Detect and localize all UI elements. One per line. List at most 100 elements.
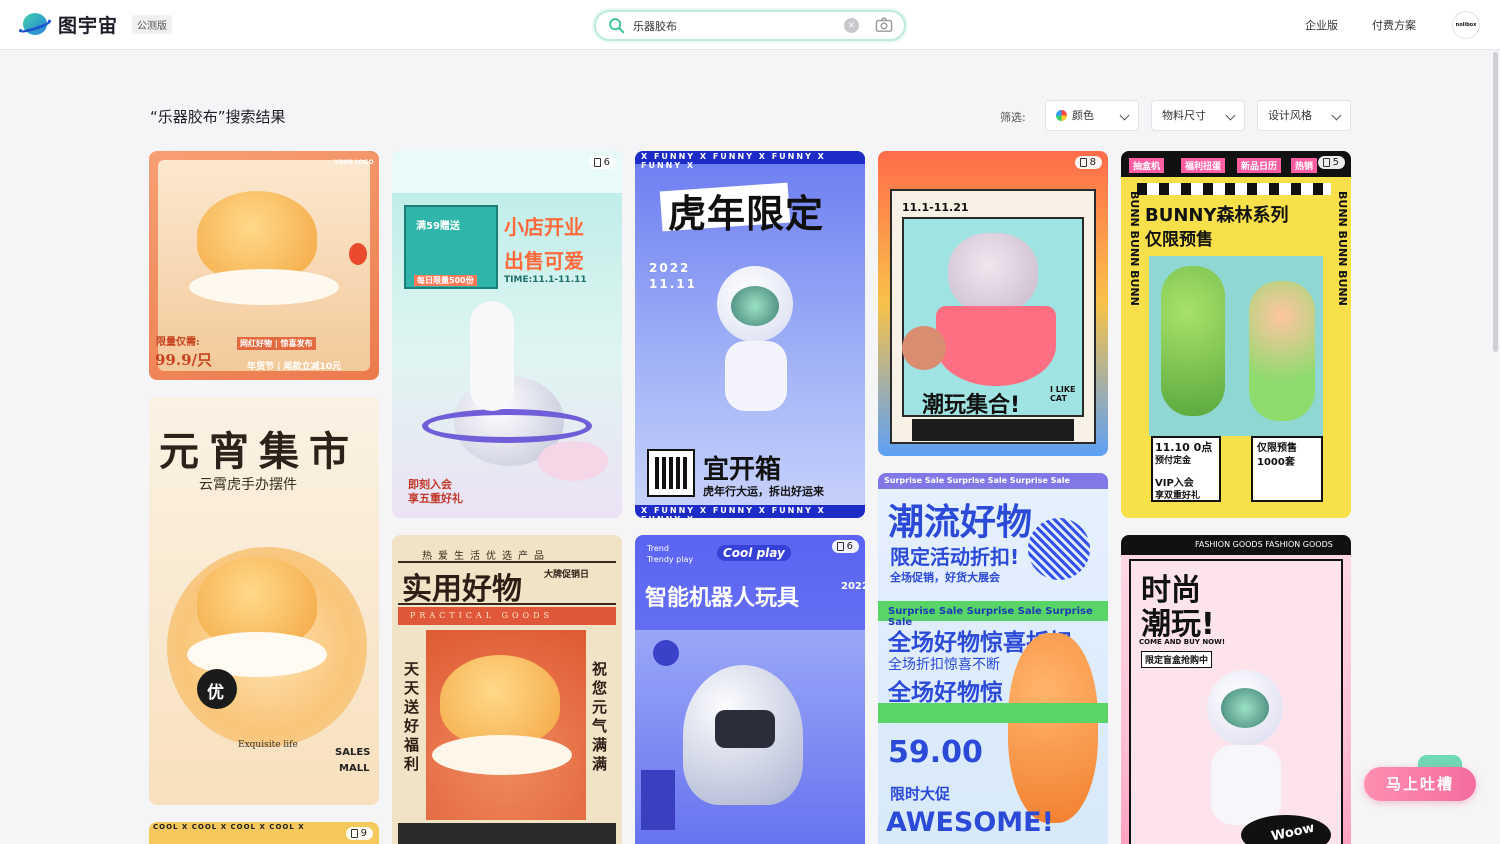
card-price: 99.9/只 <box>155 351 213 369</box>
card-vertical-text: 祝您元气满满 <box>592 660 608 773</box>
color-filter-label: 颜色 <box>1072 109 1094 122</box>
pages-icon <box>350 829 358 838</box>
card-title: BUNNY森林系列 <box>1145 205 1289 226</box>
page-count-badge: 6 <box>831 540 859 553</box>
filter-label: 筛选: <box>1000 111 1026 124</box>
card-price: 59.00 <box>888 735 983 770</box>
card-band: COOL X COOL X COOL X COOL X <box>153 823 305 831</box>
card-text: 预付定金 <box>1155 456 1192 466</box>
template-card[interactable]: X FUNNY X FUNNY X FUNNY X FUNNY X 虎年限定 2… <box>635 151 865 518</box>
search-bar[interactable]: × <box>594 10 906 41</box>
avatar[interactable]: nolibox <box>1452 11 1480 39</box>
nav-pricing[interactable]: 付费方案 <box>1372 17 1416 33</box>
card-text: 1000套 <box>1257 457 1295 468</box>
template-card[interactable]: YOUR LOGO 限量仅需: 99.9/只 网红好物 | 惊喜发布 年货节 |… <box>149 151 379 380</box>
pages-icon <box>1322 158 1330 167</box>
card-text: 全场促销，好货大展会 <box>890 571 1000 584</box>
page-count-badge: 9 <box>345 827 373 840</box>
beta-badge: 公测版 <box>132 14 173 34</box>
card-title: 智能机器人玩具 <box>645 586 800 611</box>
planet-logo-icon <box>17 10 53 38</box>
card-vertical-text: 天天送好福利 <box>404 660 420 773</box>
card-title: 潮玩集合! <box>922 393 1021 418</box>
card-vertical-text: BUNN BUNN BUNN <box>1128 191 1141 306</box>
card-title: 元宵集市 <box>159 428 359 475</box>
card-title: 宜开箱 <box>703 455 782 485</box>
template-card[interactable]: 热爱生活优选产品 实用好物 大牌促销日 PRACTICAL GOODS 天天送好… <box>392 535 622 844</box>
card-text: Exquisite life <box>238 740 298 750</box>
feedback-button[interactable]: 马上吐槽 <box>1364 767 1476 801</box>
template-card[interactable]: 元宵集市 云霄虎手办摆件 优 Exquisite life SALES MALL <box>149 397 379 805</box>
scrollbar[interactable] <box>1493 52 1498 352</box>
card-text: 大牌促销日 <box>544 570 590 580</box>
template-card[interactable]: 6 满59赠送 每日限量500份 小店开业 出售可爱 TIME:11.1-11.… <box>392 151 622 518</box>
card-text: 享双重好礼 <box>1155 491 1201 501</box>
card-text: SALES <box>335 747 371 758</box>
card-text: 每日限量500份 <box>414 275 477 286</box>
page-title: “乐器胶布”搜索结果 <box>150 108 286 126</box>
pages-icon <box>836 542 844 551</box>
logo[interactable]: 图宇宙 公测版 <box>17 10 173 38</box>
template-card[interactable]: 8 11.1-11.21 潮玩集合! I LIKE CAT <box>878 151 1108 456</box>
card-text: 网红好物 | 惊喜发布 <box>237 337 316 350</box>
card-vertical-text: BUNN BUNN BUNN <box>1336 191 1349 306</box>
card-title: 潮流好物 <box>888 502 1033 543</box>
template-card[interactable]: COOL X COOL X COOL X COOL X 9 <box>149 822 379 844</box>
card-text: Cool play <box>717 545 791 561</box>
card-text: 热爱生活优选产品 <box>422 551 550 562</box>
template-card[interactable]: Surprise Sale Surprise Sale Surprise Sal… <box>878 473 1108 844</box>
search-icon <box>609 18 625 34</box>
card-title: 仅限预售 <box>1145 230 1213 250</box>
color-filter[interactable]: 颜色 <box>1045 100 1139 131</box>
card-text: 11.11 <box>649 277 697 291</box>
card-text: 11.1-11.21 <box>902 201 969 214</box>
search-input[interactable] <box>633 17 833 35</box>
card-tab: 热销 <box>1291 158 1318 173</box>
card-title: 出售可爱 <box>504 249 584 273</box>
pages-icon <box>593 158 601 167</box>
page-count-badge: 8 <box>1074 156 1102 169</box>
card-text: 满59赠送 <box>416 221 460 232</box>
template-card[interactable]: 6 Trend Trendy play Cool play 智能机器人玩具 20… <box>635 535 865 844</box>
card-band: X FUNNY X FUNNY X FUNNY X FUNNY X <box>641 152 826 170</box>
card-text: 全场折扣惊喜不断 <box>888 657 1000 673</box>
card-text: AWESOME! <box>886 807 1054 838</box>
chevron-down-icon <box>1119 110 1130 121</box>
card-tab: 抽盒机 <box>1129 158 1165 173</box>
page-count-badge: 5 <box>1317 156 1345 169</box>
top-bar: 图宇宙 公测版 × 企业版 付费方案 nolibox <box>0 0 1500 50</box>
logo-text: YOUR LOGO <box>334 159 374 166</box>
template-card[interactable]: 抽盒机 福利扭蛋 新品日历 热销 5 BUNNY森林系列 仅限预售 BUNN B… <box>1121 151 1351 518</box>
card-band: X FUNNY X FUNNY X FUNNY X FUNNY X <box>641 506 826 518</box>
size-filter-label: 物料尺寸 <box>1162 109 1206 122</box>
card-text: TIME:11.1-11.11 <box>504 275 587 285</box>
template-card[interactable]: FASHION GOODS FASHION GOODS 时尚 潮玩! COME … <box>1121 535 1351 844</box>
camera-search-icon[interactable] <box>875 17 893 33</box>
card-title: 潮玩! <box>1141 607 1215 642</box>
card-text: Trend <box>647 544 669 553</box>
chevron-down-icon <box>1331 110 1342 121</box>
chevron-down-icon <box>1225 110 1236 121</box>
card-text: I LIKE CAT <box>1050 385 1076 403</box>
card-title: 小店开业 <box>504 215 584 239</box>
card-text: 限时大促 <box>890 785 951 803</box>
page-count-badge: 6 <box>588 156 616 169</box>
card-text: VIP入会 <box>1155 478 1194 489</box>
card-text: 仅限预售 <box>1257 443 1297 454</box>
card-tab: 福利扭蛋 <box>1181 158 1226 173</box>
size-filter[interactable]: 物料尺寸 <box>1151 100 1245 131</box>
style-filter[interactable]: 设计风格 <box>1257 100 1351 131</box>
card-text: 优 <box>207 683 224 703</box>
clear-search-icon[interactable]: × <box>844 18 859 33</box>
card-tab: 新品日历 <box>1237 158 1282 173</box>
card-text: 虎年行大运，拆出好运来 <box>703 485 824 498</box>
card-text: 限量仅需: <box>156 337 200 348</box>
color-wheel-icon <box>1056 110 1067 121</box>
card-text: Trendy play <box>647 555 694 564</box>
nav-enterprise[interactable]: 企业版 <box>1305 17 1338 33</box>
card-title: 实用好物 <box>402 572 522 607</box>
card-text: 限定盲盒抢购中 <box>1141 651 1213 668</box>
card-text: 享五重好礼 <box>408 492 463 505</box>
card-text: 年货节 | 尾款立减10元 <box>247 362 342 372</box>
pages-icon <box>1079 158 1087 167</box>
